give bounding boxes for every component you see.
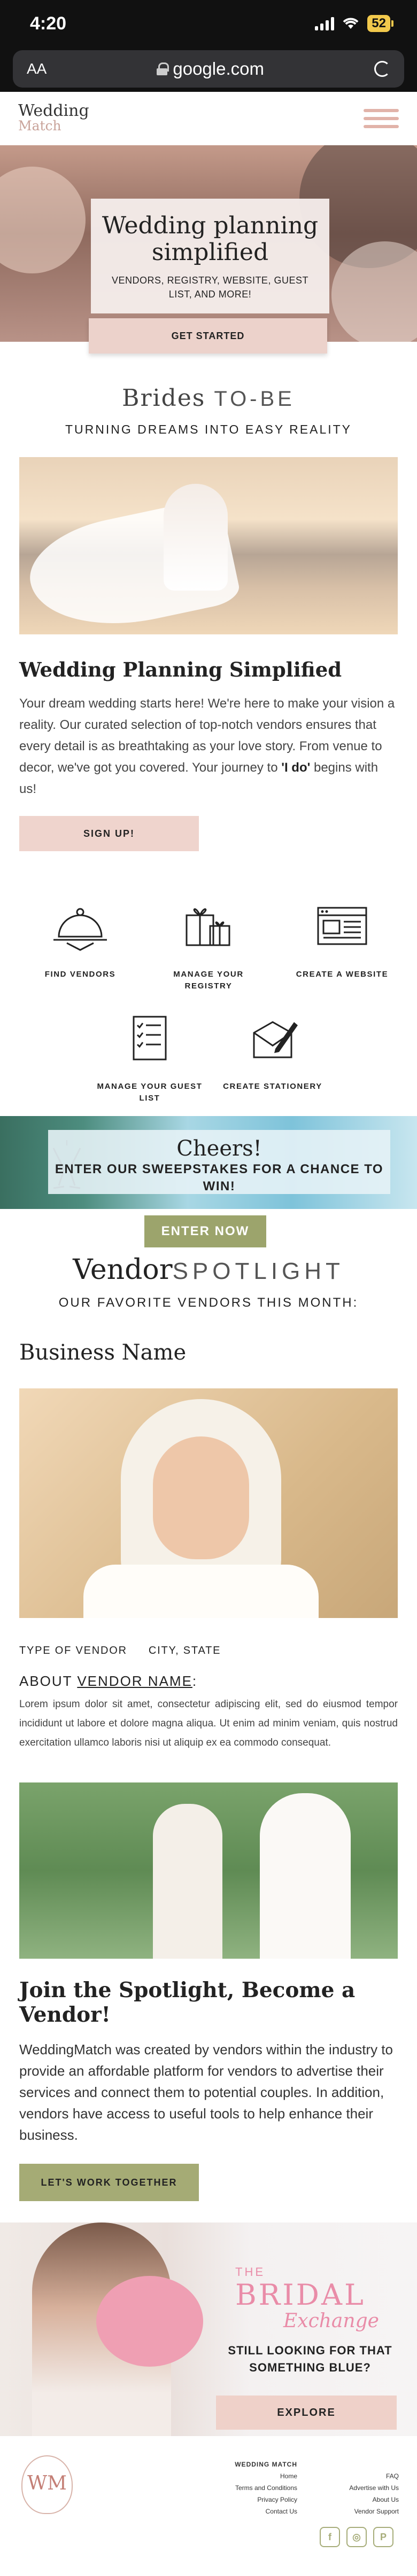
envelope-pen-icon xyxy=(253,1021,298,1058)
battery-icon: 52 xyxy=(367,15,393,32)
hero-banner: Wedding planning simplified VENDORS, REG… xyxy=(0,145,417,342)
planning-heading: Wedding Planning Simplified xyxy=(19,658,342,681)
vendor-title-script: Vendor xyxy=(73,1254,173,1286)
planning-paragraph: Your dream wedding starts here! We're he… xyxy=(19,693,398,800)
sweepstakes-subtitle: ENTER OUR SWEEPSTAKES FOR A CHANCE TO WI… xyxy=(55,1162,384,1193)
wifi-icon xyxy=(343,18,359,29)
facebook-icon[interactable]: f xyxy=(320,2527,340,2547)
footer-link-home[interactable]: Home xyxy=(203,2470,297,2482)
bridal-exchange-bridal: BRIDAL xyxy=(235,2278,366,2312)
brides-to-be-title: Brides TO-BE xyxy=(0,384,417,412)
site-logo[interactable]: Wedding Match xyxy=(18,101,89,133)
bridal-exchange-question: STILL LOOKING FOR THAT SOMETHING BLUE? xyxy=(228,2344,392,2374)
hero-card: Wedding planning simplified VENDORS, REG… xyxy=(91,199,329,313)
footer-col-1: WEDDING MATCH Home Terms and Conditions … xyxy=(203,2459,297,2517)
feature-label: MANAGE YOUR GUEST LIST xyxy=(97,1082,203,1103)
vendor-description: Lorem ipsum dolor sit amet, consectetur … xyxy=(19,1699,398,1748)
about-suffix: : xyxy=(192,1673,198,1689)
footer-col-2: FAQ Advertise with Us About Us Vendor Su… xyxy=(315,2470,399,2517)
reload-icon[interactable] xyxy=(374,61,390,77)
footer-heading: WEDDING MATCH xyxy=(235,2461,297,2468)
business-name: Business Name xyxy=(19,1340,187,1365)
footer-link-about[interactable]: About Us xyxy=(315,2494,399,2506)
bridal-exchange-script: Exchange xyxy=(283,2310,379,2332)
hero-subtitle: VENDORS, REGISTRY, WEBSITE, GUEST LIST, … xyxy=(112,275,308,300)
hamburger-menu-icon[interactable] xyxy=(364,109,399,128)
browser-window-icon xyxy=(317,907,367,945)
footer-link-vendor-support[interactable]: Vendor Support xyxy=(315,2506,399,2517)
planning-emphasis: 'I do' xyxy=(281,760,311,775)
sweepstakes-card: Cheers! ENTER OUR SWEEPSTAKES FOR A CHAN… xyxy=(48,1130,390,1194)
gift-icon xyxy=(186,908,230,946)
status-bar: 4:20 52 xyxy=(0,0,417,47)
vendor-type: TYPE OF VENDOR xyxy=(19,1645,127,1656)
join-heading: Join the Spotlight, Become a Vendor! xyxy=(19,1978,356,2027)
site-footer: WM WEDDING MATCH Home Terms and Conditio… xyxy=(0,2436,417,2548)
logo-line2: Match xyxy=(18,118,61,133)
reader-aa-button[interactable]: AA xyxy=(27,60,47,77)
about-vendor-name-link[interactable]: VENDOR NAME xyxy=(77,1673,192,1689)
hero-title: Wedding planning simplified xyxy=(102,212,319,266)
vendor-subtitle: OUR FAVORITE VENDORS THIS MONTH: xyxy=(58,1295,359,1310)
bride-beach-image xyxy=(19,457,398,634)
feature-create-stationery[interactable]: CREATE STATIONERY xyxy=(219,1011,326,1093)
brides-title-caps: TO-BE xyxy=(214,387,295,411)
footer-link-privacy[interactable]: Privacy Policy xyxy=(203,2494,297,2506)
footer-logo[interactable]: WM xyxy=(21,2455,73,2514)
signal-icon xyxy=(315,17,335,30)
feature-label: FIND VENDORS xyxy=(44,970,116,979)
join-paragraph: WeddingMatch was created by vendors with… xyxy=(19,2041,393,2143)
feature-label: MANAGE YOUR REGISTRY xyxy=(173,970,244,991)
vendor-title-caps: SPOTLIGHT xyxy=(172,1258,344,1284)
join-photo xyxy=(19,1782,398,1959)
brides-title-script: Brides xyxy=(122,384,206,412)
instagram-icon[interactable]: ◎ xyxy=(346,2527,367,2547)
cloche-icon xyxy=(53,908,107,951)
url-text: google.com xyxy=(173,59,264,78)
site-header: Wedding Match xyxy=(0,92,417,145)
browser-url-bar: AA google.com xyxy=(0,47,417,92)
checklist-icon xyxy=(133,1016,167,1061)
footer-link-contact[interactable]: Contact Us xyxy=(203,2506,297,2517)
status-icons: 52 xyxy=(315,15,393,32)
footer-link-faq[interactable]: FAQ xyxy=(315,2470,399,2482)
vendor-location: CITY, STATE xyxy=(148,1645,221,1656)
feature-label: CREATE A WEBSITE xyxy=(296,970,389,979)
logo-line1: Wedding xyxy=(18,101,89,120)
get-started-button[interactable]: GET STARTED xyxy=(89,318,327,354)
feature-grid: FIND VENDORS MANAGE YOUR REGISTRY CREATE… xyxy=(0,867,417,1113)
sign-up-button[interactable]: SIGN UP! xyxy=(19,816,199,851)
footer-link-terms[interactable]: Terms and Conditions xyxy=(203,2482,297,2494)
feature-label: CREATE STATIONERY xyxy=(223,1082,322,1091)
social-links: f ◎ P xyxy=(320,2527,393,2547)
bridal-exchange-the: THE xyxy=(235,2265,265,2279)
sweepstakes-title: Cheers! xyxy=(176,1136,262,1161)
about-vendor-heading: ABOUT VENDOR NAME: xyxy=(19,1673,398,1690)
feature-manage-guest-list[interactable]: MANAGE YOUR GUEST LIST xyxy=(96,1011,203,1104)
lock-icon xyxy=(157,62,169,75)
feature-find-vendors[interactable]: FIND VENDORS xyxy=(27,899,134,980)
sweepstakes-banner: Cheers! ENTER OUR SWEEPSTAKES FOR A CHAN… xyxy=(0,1116,417,1209)
footer-link-advertise[interactable]: Advertise with Us xyxy=(315,2482,399,2494)
enter-now-button[interactable]: ENTER NOW xyxy=(144,1215,266,1247)
vendor-photo xyxy=(19,1388,398,1618)
about-prefix: ABOUT xyxy=(19,1673,78,1689)
feature-manage-registry[interactable]: MANAGE YOUR REGISTRY xyxy=(155,899,262,992)
vendor-meta: TYPE OF VENDOR CITY, STATE xyxy=(19,1645,398,1657)
feature-create-website[interactable]: CREATE A WEBSITE xyxy=(289,899,396,980)
url-display[interactable]: google.com xyxy=(157,59,264,79)
url-field[interactable]: AA google.com xyxy=(13,50,404,88)
brides-subtitle: TURNING DREAMS INTO EASY REALITY xyxy=(65,422,352,436)
work-together-button[interactable]: LET'S WORK TOGETHER xyxy=(19,2164,199,2201)
pinterest-icon[interactable]: P xyxy=(373,2527,393,2547)
explore-button[interactable]: EXPLORE xyxy=(216,2396,397,2430)
status-time: 4:20 xyxy=(30,13,67,34)
vendor-spotlight-title: VendorSPOTLIGHT xyxy=(0,1254,417,1286)
